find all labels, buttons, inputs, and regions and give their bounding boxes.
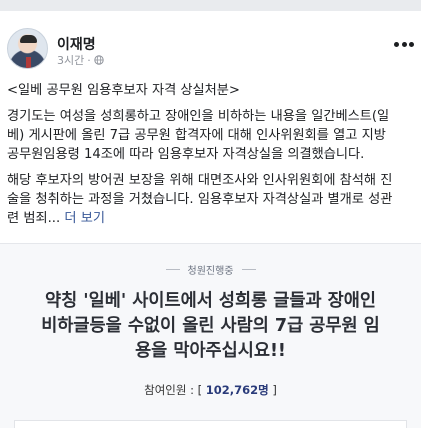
- participants-label: 참여인원 : [: [144, 383, 203, 397]
- paragraph2-tail: 련 범죄...: [7, 211, 61, 226]
- status-left-rule: [165, 269, 180, 270]
- post-meta: 3시간 ·: [57, 52, 104, 68]
- status-label: 청원진행중: [187, 266, 234, 277]
- see-more-link[interactable]: 더 보기: [64, 211, 105, 226]
- paragraph2-line1: 해당 후보자의 방어권 보장을 위해 대면조사와 인사위원회에 참석해 진: [7, 173, 393, 188]
- paragraph1-line3: 공무원임용령 14조에 따라 임용후보자 자격상실을 의결했습니다.: [7, 147, 365, 162]
- avatar-tie: [26, 57, 31, 68]
- avatar-hair: [20, 35, 37, 43]
- author-name[interactable]: 이재명: [57, 34, 96, 54]
- petition-title-line1: 약칭 '일베' 사이트에서 성희롱 글들과 장애인: [45, 291, 376, 311]
- paragraph1-line2: 베) 게시판에 올린 7급 공무원 합격자에 대해 인사위원회를 열고 지방: [7, 128, 386, 143]
- paragraph1-line1: 경기도는 여성을 성희롱하고 장애인을 비하하는 내용을 일간베스트(일: [7, 109, 390, 124]
- participants-close: ]: [272, 383, 277, 397]
- more-options-icon[interactable]: [394, 38, 414, 50]
- petition-preview-card[interactable]: 청원진행중 약칭 '일베' 사이트에서 성희롱 글들과 장애인 비하글등을 수없…: [0, 243, 421, 428]
- participants-count: 참여인원 : [ 102,762명 ]: [0, 382, 421, 398]
- card-inner-panel: [14, 420, 407, 428]
- participants-number: 102,762명: [205, 383, 269, 397]
- feed-top-divider: [0, 0, 421, 11]
- post-title: <일베 공무원 임용후보자 자격 상실처분>: [7, 83, 240, 98]
- petition-title-line3: 용을 막아주십시요!!: [135, 341, 286, 361]
- petition-status: 청원진행중: [0, 262, 421, 277]
- meta-separator: ·: [87, 53, 91, 67]
- author-avatar[interactable]: [7, 28, 48, 69]
- paragraph2-line3: 련 범죄... 더 보기: [7, 209, 417, 228]
- post-time[interactable]: 3시간: [57, 52, 84, 68]
- status-right-rule: [241, 269, 256, 270]
- paragraph2-line2: 술을 청취하는 과정을 거쳤습니다. 임용후보자 자격상실과 별개로 성관: [7, 192, 393, 207]
- globe-icon[interactable]: [94, 55, 104, 65]
- post-header: 이재명 3시간 ·: [0, 26, 421, 74]
- petition-title-line2: 비하글등을 수없이 올린 사람의 7급 공무원 임: [41, 316, 380, 336]
